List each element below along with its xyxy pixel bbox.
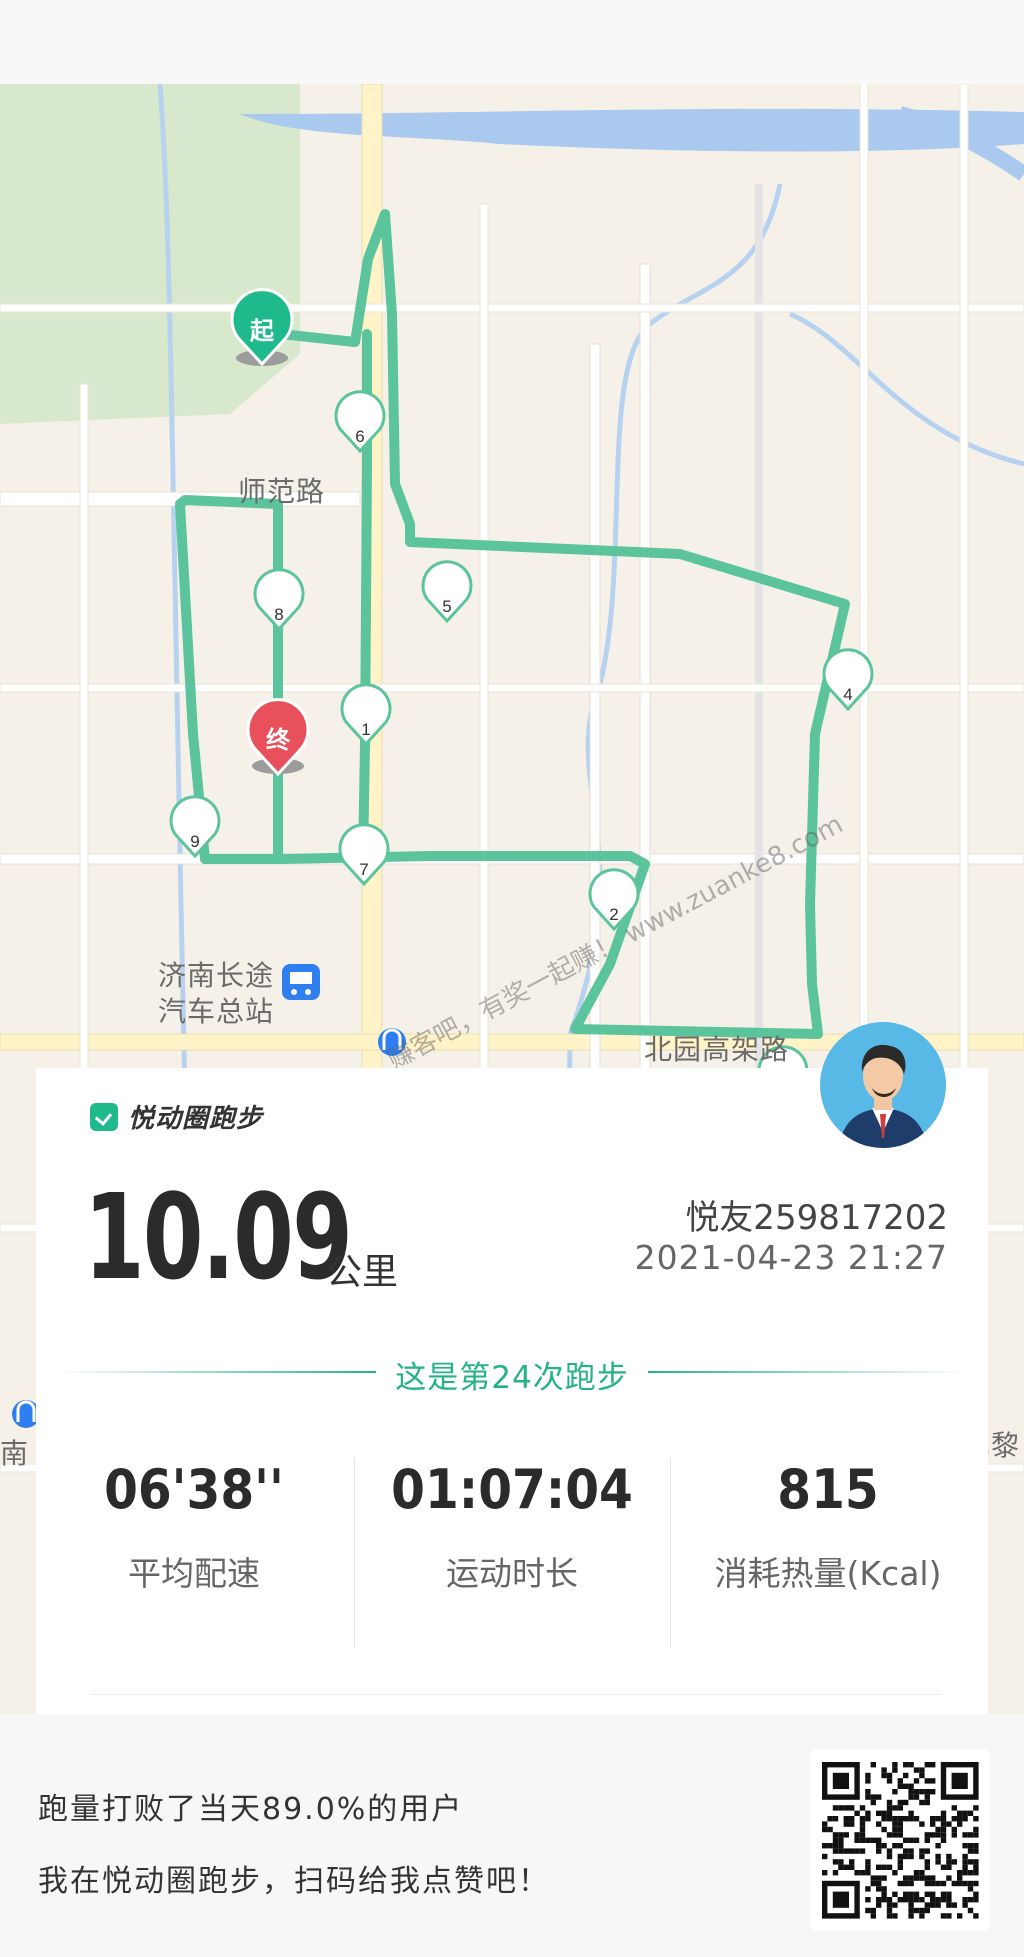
avatar-illustration — [838, 1044, 928, 1148]
end-marker: 终 — [246, 698, 310, 777]
start-marker-label: 起 — [249, 317, 275, 345]
end-marker-label: 终 — [266, 726, 291, 754]
stat-duration-label: 运动时长 — [446, 1554, 578, 1593]
distance-value: 10.09 — [84, 1168, 353, 1306]
run-summary-card: 悦动圈跑步 10.09 公里 悦友259817202 2021-04-23 21… — [36, 1068, 988, 1714]
stat-calories: 815 消耗热量(Kcal) — [670, 1458, 986, 1595]
km-marker-1: 1 — [340, 683, 392, 747]
qr-code-image — [822, 1762, 979, 1919]
stat-calories-label: 消耗热量(Kcal) — [714, 1554, 942, 1593]
stat-duration-value: 01:07:04 — [391, 1458, 633, 1521]
qr-code[interactable] — [810, 1750, 990, 1930]
avatar[interactable] — [820, 1022, 946, 1148]
bus-icon — [282, 964, 320, 1000]
user-name: 悦友259817202 — [685, 1198, 948, 1238]
start-marker: 起 — [230, 288, 294, 367]
run-count-text: 这是第24次跑步 — [395, 1360, 629, 1396]
km-marker-5: 5 — [421, 560, 473, 624]
ranking-text: 跑量打败了当天89.0%的用户 — [38, 1792, 464, 1827]
road-label-shifan: 师范路 — [238, 475, 326, 508]
km-label-1: 1 — [361, 720, 370, 739]
km-label-7: 7 — [359, 860, 368, 879]
km-label-5: 5 — [442, 597, 451, 616]
brand: 悦动圈跑步 — [90, 1098, 263, 1135]
run-count-row: 这是第24次跑步 — [36, 1352, 988, 1396]
bus-station-label-2: 汽车总站 — [158, 995, 275, 1028]
card-divider — [90, 1694, 942, 1695]
run-datetime: 2021-04-23 21:27 — [634, 1238, 948, 1277]
km-label-9: 9 — [190, 832, 199, 851]
distance-unit: 公里 — [326, 1252, 399, 1293]
bus-station-label-1: 济南长途 — [158, 959, 275, 992]
park-area — [0, 84, 300, 424]
km-label-8: 8 — [274, 605, 283, 624]
map-edge-label-left: 南 — [0, 1437, 30, 1470]
km-label-6: 6 — [355, 427, 364, 446]
top-band — [0, 0, 1024, 84]
stat-duration: 01:07:04 运动时长 — [354, 1458, 670, 1595]
km-label-4: 4 — [843, 685, 852, 704]
divider-right — [648, 1371, 968, 1373]
share-prompt-text: 我在悦动圈跑步，扫码给我点赞吧！ — [38, 1864, 550, 1899]
km-marker-8: 8 — [253, 568, 305, 632]
stat-pace-label: 平均配速 — [128, 1554, 260, 1593]
brand-logo-icon — [90, 1102, 118, 1131]
stat-pace: 06'38'' 平均配速 — [36, 1458, 352, 1595]
stat-pace-value: 06'38'' — [104, 1458, 284, 1521]
stat-calories-value: 815 — [777, 1458, 879, 1521]
share-footer: 跑量打败了当天89.0%的用户 我在悦动圈跑步，扫码给我点赞吧！ — [0, 1714, 1024, 1957]
brand-name: 悦动圈跑步 — [128, 1104, 264, 1134]
road-label-beiyuan: 北园高架路 — [644, 1033, 790, 1066]
